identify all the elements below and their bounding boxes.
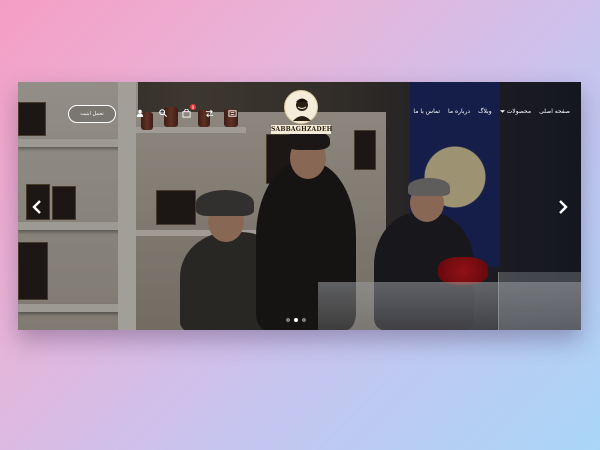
chevron-right-icon	[559, 200, 568, 214]
logo-emblem	[284, 90, 318, 124]
search-icon[interactable]	[158, 108, 168, 118]
slider-prev-button[interactable]	[30, 198, 44, 216]
chevron-down-icon	[499, 110, 505, 113]
slider-dot[interactable]	[286, 318, 290, 322]
nav-label: درباره ما	[448, 108, 471, 115]
slider-next-button[interactable]	[556, 198, 570, 216]
chevron-left-icon	[32, 200, 41, 214]
slider-dot[interactable]	[302, 318, 306, 322]
hero-slider: تحمل ابتیت 0 SABBAGHZADEH صفحه اصلی محصو…	[18, 82, 581, 330]
user-icon[interactable]	[135, 108, 145, 118]
cart-icon[interactable]: 0	[181, 104, 196, 118]
main-nav: صفحه اصلی محصولات وبلاگ درباره ما تماس ب…	[380, 108, 570, 115]
header-icons: 0	[135, 104, 237, 118]
compare-icon[interactable]	[204, 108, 214, 118]
menu-icon[interactable]	[227, 108, 237, 118]
brand-logo[interactable]: SABBAGHZADEH	[271, 90, 333, 140]
nav-item-contact[interactable]: تماس با ما	[413, 108, 440, 115]
nav-item-home[interactable]: صفحه اصلی	[539, 108, 570, 115]
nav-item-blog[interactable]: وبلاگ	[478, 108, 492, 115]
nav-item-products[interactable]: محصولات	[499, 108, 532, 115]
nav-item-about[interactable]: درباره ما	[448, 108, 470, 115]
nav-label: صفحه اصلی	[539, 108, 570, 115]
nav-label: وبلاگ	[478, 108, 492, 115]
slider-dots	[286, 318, 306, 322]
cta-button[interactable]: تحمل ابتیت	[68, 105, 116, 123]
cart-count-badge: 0	[190, 104, 196, 110]
nav-label: تماس با ما	[413, 108, 441, 115]
slider-dot[interactable]	[294, 318, 298, 322]
nav-label: محصولات	[506, 108, 532, 115]
logo-wordmark: SABBAGHZADEH	[271, 125, 333, 134]
site-header: تحمل ابتیت 0 SABBAGHZADEH صفحه اصلی محصو…	[18, 82, 581, 142]
